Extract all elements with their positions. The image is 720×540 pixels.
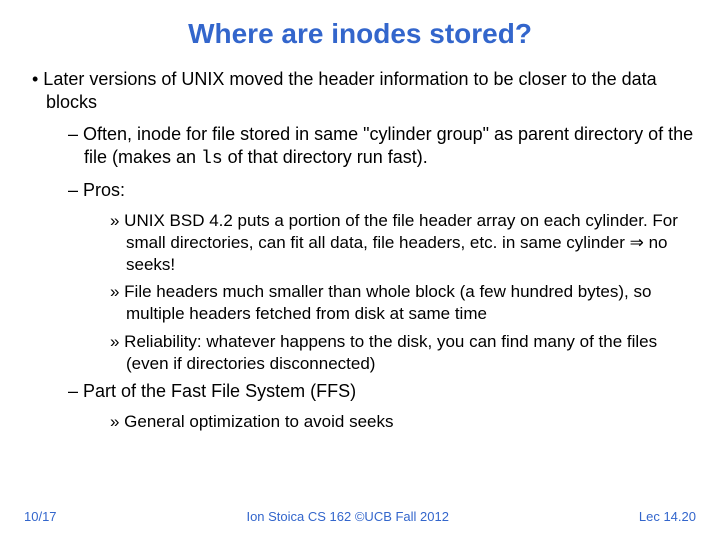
- bullet-level2: – Often, inode for file stored in same "…: [68, 123, 696, 171]
- bullet-level1: • Later versions of UNIX moved the heade…: [32, 68, 696, 113]
- footer-course: Ion Stoica CS 162 ©UCB Fall 2012: [246, 509, 449, 524]
- footer-date: 10/17: [24, 509, 57, 524]
- bullet-level2-pros: – Pros:: [68, 179, 696, 202]
- bullet-level3: » Reliability: whatever happens to the d…: [110, 331, 696, 375]
- bullet-level3: » General optimization to avoid seeks: [110, 411, 696, 433]
- slide-title: Where are inodes stored?: [24, 18, 696, 50]
- code-ls: ls: [201, 149, 223, 169]
- footer-lecture: Lec 14.20: [639, 509, 696, 524]
- bullet-level2-ffs: – Part of the Fast File System (FFS): [68, 380, 696, 403]
- sub1-post: of that directory run fast).: [223, 147, 428, 167]
- slide-footer: 10/17 Ion Stoica CS 162 ©UCB Fall 2012 L…: [0, 509, 720, 524]
- bullet-level3: » File headers much smaller than whole b…: [110, 281, 696, 325]
- bullet-level3: » UNIX BSD 4.2 puts a portion of the fil…: [110, 210, 696, 275]
